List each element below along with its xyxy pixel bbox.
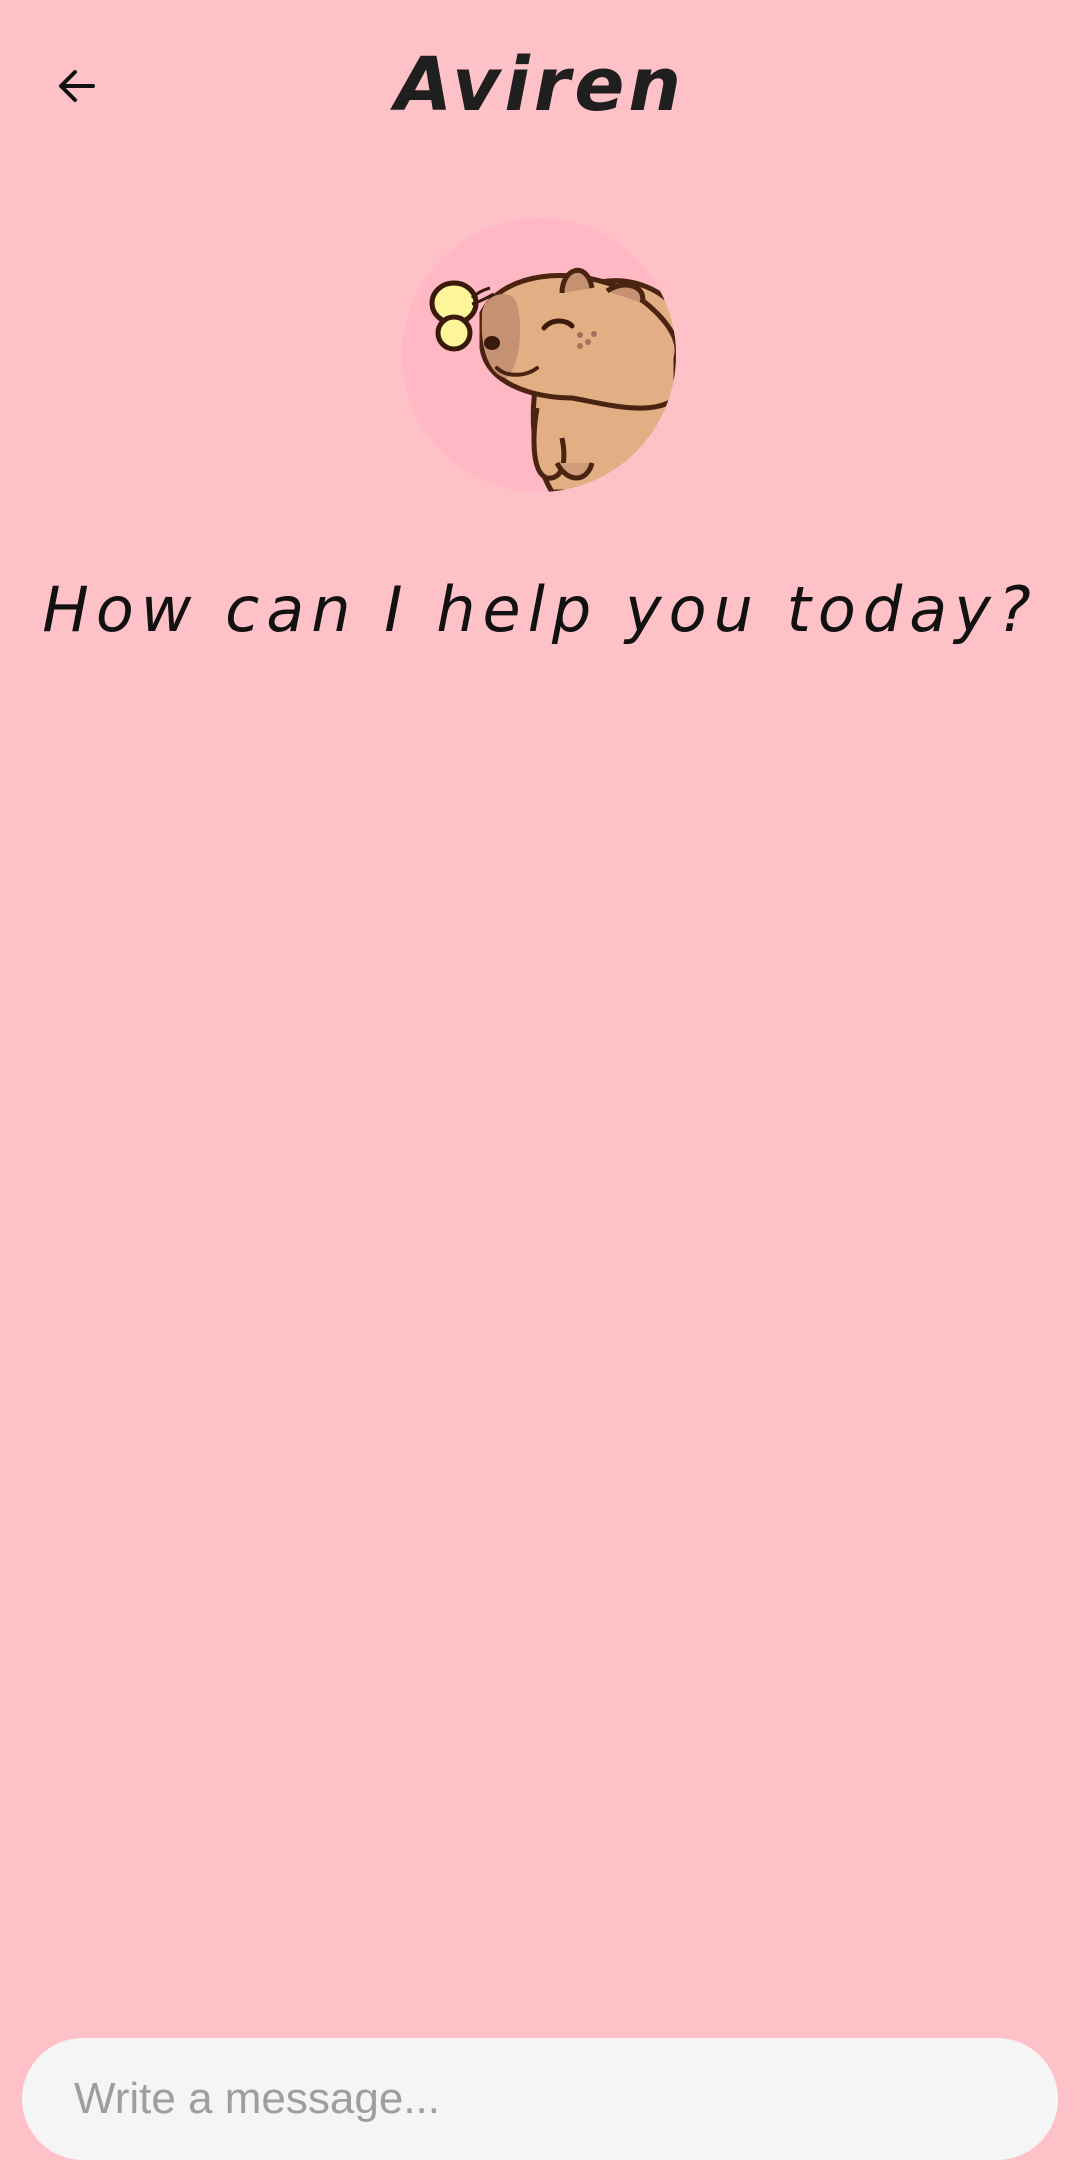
chat-screen: Aviren How can I help you today? Write a… [0,0,1080,2180]
capybara-illustration [429,267,676,492]
message-composer[interactable] [22,2038,1058,2160]
assistant-avatar [402,218,676,492]
app-title: Aviren [394,42,686,128]
message-input[interactable] [72,2073,1008,2125]
assistant-greeting: How can I help you today? [42,573,1038,646]
